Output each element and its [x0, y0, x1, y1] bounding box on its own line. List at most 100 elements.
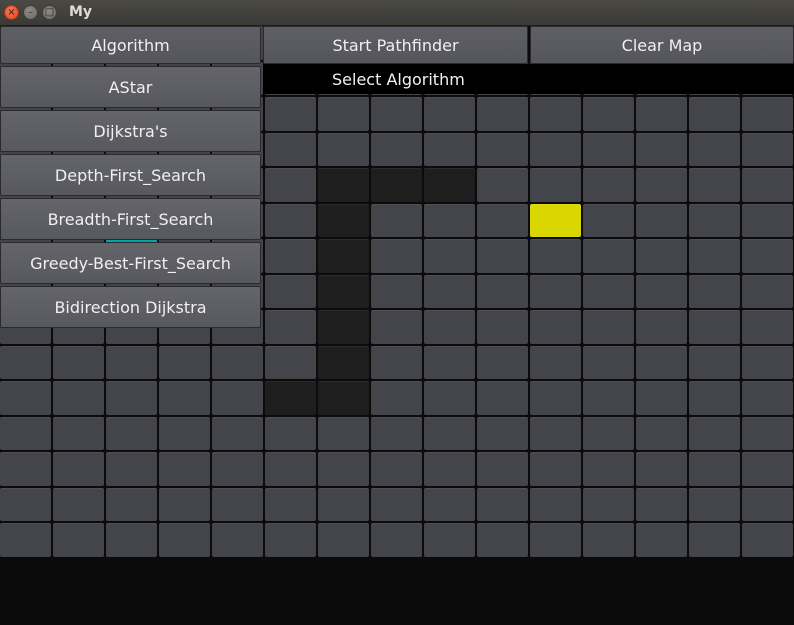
grid-cell[interactable] — [265, 168, 316, 202]
grid-cell[interactable] — [371, 239, 422, 273]
grid-cell[interactable] — [0, 416, 51, 450]
grid-cell[interactable] — [106, 523, 157, 557]
grid-cell[interactable] — [159, 416, 210, 450]
menu-item-bidirection-dijkstra[interactable]: Bidirection Dijkstra — [0, 286, 261, 328]
grid-cell[interactable] — [371, 97, 422, 131]
grid-cell[interactable] — [689, 97, 740, 131]
grid-cell[interactable] — [742, 310, 793, 344]
grid-cell[interactable] — [636, 274, 687, 308]
grid-cell[interactable] — [742, 97, 793, 131]
grid-cell[interactable] — [689, 345, 740, 379]
grid-cell-wall[interactable] — [318, 274, 369, 308]
grid-cell[interactable] — [689, 203, 740, 237]
grid-cell[interactable] — [265, 203, 316, 237]
grid-cell[interactable] — [53, 416, 104, 450]
grid-cell[interactable] — [0, 345, 51, 379]
grid-cell[interactable] — [583, 523, 634, 557]
grid-cell[interactable] — [424, 487, 475, 521]
grid-cell[interactable] — [636, 168, 687, 202]
grid-cell[interactable] — [477, 345, 528, 379]
grid-cell[interactable] — [265, 132, 316, 166]
grid-cell[interactable] — [371, 203, 422, 237]
grid-cell[interactable] — [583, 416, 634, 450]
grid-cell-end[interactable] — [530, 203, 581, 237]
grid-cell[interactable] — [265, 452, 316, 486]
grid-cell[interactable] — [742, 416, 793, 450]
grid-cell[interactable] — [636, 203, 687, 237]
grid-cell[interactable] — [53, 487, 104, 521]
grid-cell[interactable] — [742, 345, 793, 379]
minimize-window-icon[interactable]: – — [23, 5, 38, 20]
grid-cell[interactable] — [371, 132, 422, 166]
grid-cell[interactable] — [583, 310, 634, 344]
grid-cell[interactable] — [583, 345, 634, 379]
grid-cell[interactable] — [583, 168, 634, 202]
grid-cell[interactable] — [424, 452, 475, 486]
grid-cell[interactable] — [689, 452, 740, 486]
grid-cell[interactable] — [530, 416, 581, 450]
grid-cell-wall[interactable] — [318, 310, 369, 344]
grid-cell[interactable] — [318, 523, 369, 557]
grid-cell-wall[interactable] — [318, 239, 369, 273]
grid-cell[interactable] — [477, 132, 528, 166]
grid-cell[interactable] — [742, 203, 793, 237]
grid-cell[interactable] — [106, 345, 157, 379]
grid-cell[interactable] — [689, 168, 740, 202]
grid-cell[interactable] — [583, 132, 634, 166]
grid-cell[interactable] — [689, 239, 740, 273]
grid-cell[interactable] — [530, 381, 581, 415]
grid-cell[interactable] — [530, 345, 581, 379]
grid-cell[interactable] — [318, 132, 369, 166]
grid-cell[interactable] — [636, 97, 687, 131]
grid-cell-wall[interactable] — [424, 168, 475, 202]
close-window-icon[interactable]: × — [4, 5, 19, 20]
grid-cell[interactable] — [265, 487, 316, 521]
grid-cell[interactable] — [53, 523, 104, 557]
clear-map-button[interactable]: Clear Map — [530, 26, 794, 64]
grid-cell[interactable] — [636, 132, 687, 166]
grid-cell[interactable] — [636, 452, 687, 486]
menu-item-greedy-best-first-search[interactable]: Greedy-Best-First_Search — [0, 242, 261, 284]
grid-cell[interactable] — [212, 487, 263, 521]
grid-cell[interactable] — [0, 381, 51, 415]
grid-cell[interactable] — [530, 310, 581, 344]
grid-cell[interactable] — [424, 97, 475, 131]
grid-cell[interactable] — [371, 523, 422, 557]
grid-cell[interactable] — [424, 239, 475, 273]
grid-cell[interactable] — [742, 168, 793, 202]
grid-cell[interactable] — [530, 523, 581, 557]
grid-cell[interactable] — [371, 310, 422, 344]
grid-cell[interactable] — [0, 452, 51, 486]
grid-cell[interactable] — [424, 132, 475, 166]
grid-cell[interactable] — [477, 381, 528, 415]
grid-cell[interactable] — [530, 168, 581, 202]
grid-cell[interactable] — [742, 523, 793, 557]
grid-cell[interactable] — [689, 132, 740, 166]
grid-cell[interactable] — [477, 487, 528, 521]
grid-cell[interactable] — [424, 274, 475, 308]
start-pathfinder-button[interactable]: Start Pathfinder — [263, 26, 528, 64]
grid-cell[interactable] — [0, 487, 51, 521]
grid-cell[interactable] — [424, 203, 475, 237]
grid-cell[interactable] — [371, 381, 422, 415]
grid-cell[interactable] — [742, 132, 793, 166]
grid-cell[interactable] — [583, 203, 634, 237]
grid-cell[interactable] — [371, 416, 422, 450]
grid-cell[interactable] — [477, 274, 528, 308]
grid-cell[interactable] — [689, 416, 740, 450]
grid-cell[interactable] — [742, 381, 793, 415]
grid-cell[interactable] — [159, 523, 210, 557]
grid-cell[interactable] — [265, 523, 316, 557]
grid-cell-wall[interactable] — [371, 168, 422, 202]
grid-cell[interactable] — [265, 416, 316, 450]
grid-cell[interactable] — [636, 523, 687, 557]
grid-cell[interactable] — [371, 452, 422, 486]
grid-cell[interactable] — [424, 381, 475, 415]
grid-cell[interactable] — [477, 310, 528, 344]
grid-cell[interactable] — [212, 416, 263, 450]
grid-cell[interactable] — [159, 345, 210, 379]
grid-cell[interactable] — [477, 97, 528, 131]
grid-cell[interactable] — [530, 274, 581, 308]
grid-cell[interactable] — [265, 310, 316, 344]
menu-item-dijkstra[interactable]: Dijkstra's — [0, 110, 261, 152]
